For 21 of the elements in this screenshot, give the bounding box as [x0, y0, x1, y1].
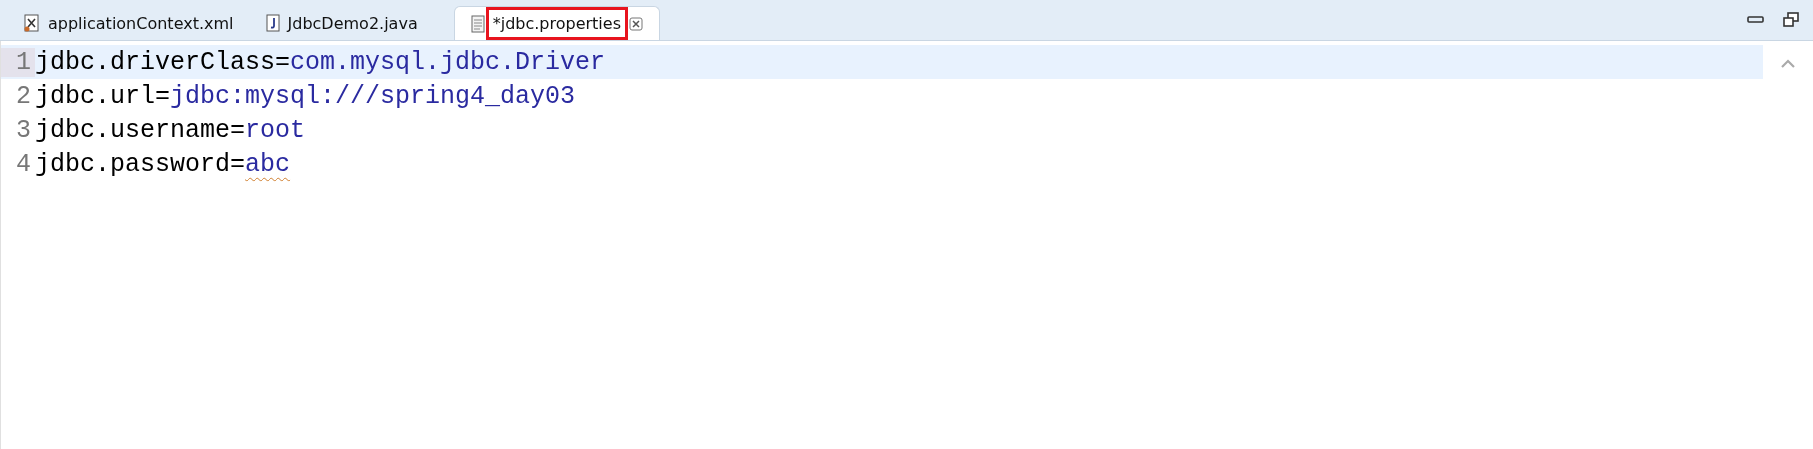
line-number: 2: [15, 81, 32, 111]
line-number: 1: [1, 47, 35, 77]
document-icon: [470, 14, 485, 33]
xml-file-icon: [24, 14, 40, 32]
line-number: 4: [15, 149, 32, 179]
restore-icon[interactable]: [1783, 12, 1799, 28]
property-value: root: [245, 115, 306, 145]
minimize-icon[interactable]: [1747, 15, 1765, 25]
editor-tab[interactable]: *jdbc.properties: [453, 6, 660, 40]
property-key: jdbc.driverClass=: [35, 47, 291, 77]
property-key: jdbc.password=: [35, 149, 246, 179]
property-key: jdbc.username=: [35, 115, 246, 145]
property-value: abc: [245, 149, 291, 179]
property-value: jdbc:mysql:///spring4_day03: [170, 81, 576, 111]
property-key: jdbc.url=: [35, 81, 171, 111]
line-number: 3: [15, 115, 32, 145]
editor-tab[interactable]: applicationContext.xml: [8, 6, 250, 40]
property-value: com.mysql.jdbc.Driver: [290, 47, 606, 77]
close-icon[interactable]: [629, 16, 643, 31]
java-file-icon: [265, 14, 280, 32]
editor-tab[interactable]: JdbcDemo2.java: [249, 6, 434, 40]
